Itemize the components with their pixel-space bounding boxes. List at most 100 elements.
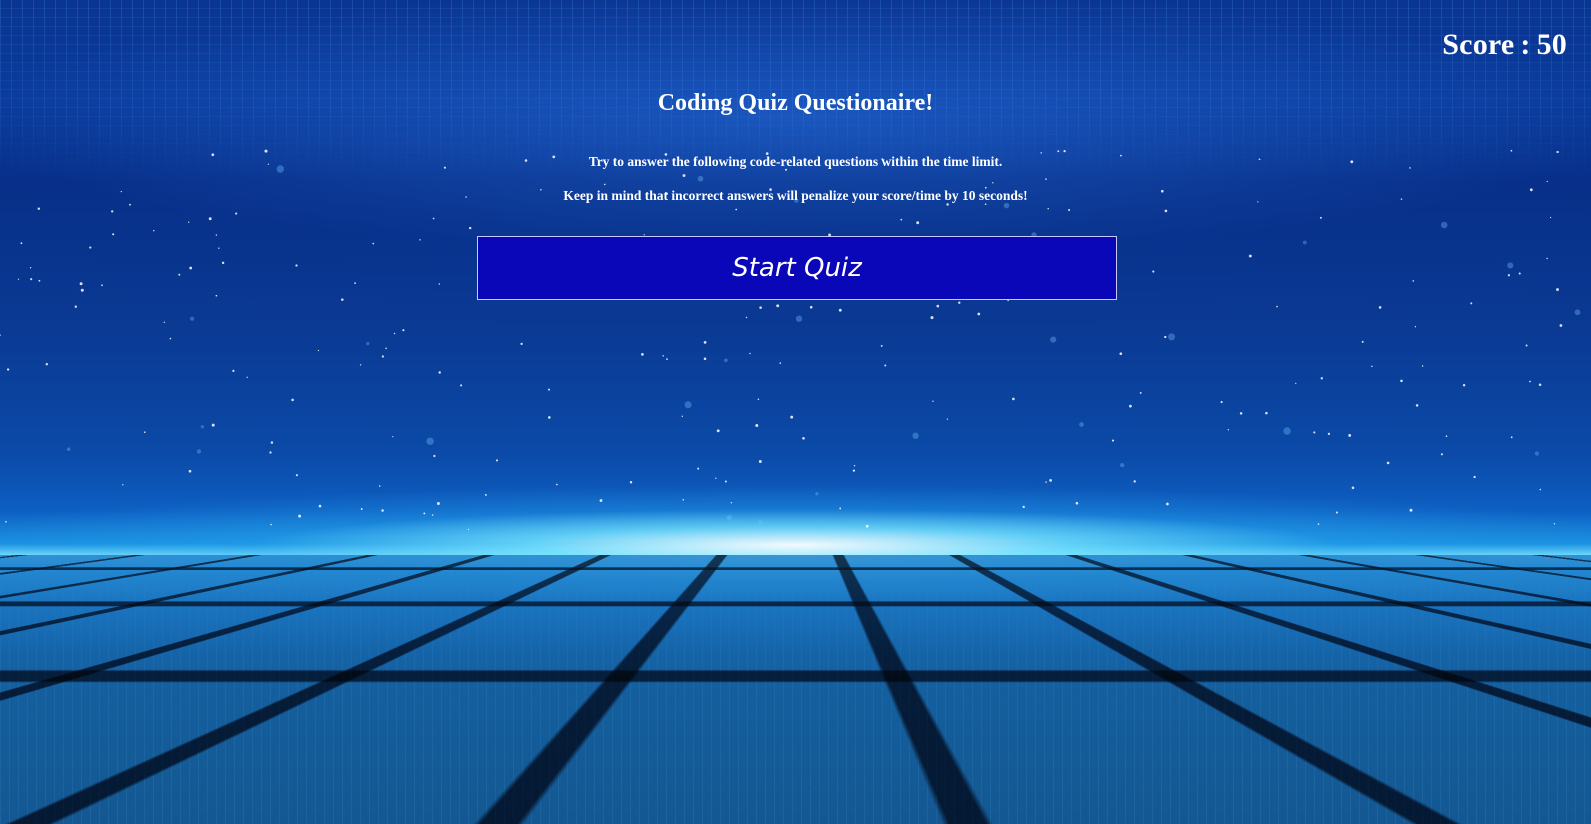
star (235, 212, 238, 215)
star (218, 247, 220, 249)
score-separator: : (1520, 28, 1531, 61)
star (758, 520, 763, 524)
star (1559, 324, 1563, 327)
star (757, 398, 760, 401)
star (208, 217, 212, 221)
star (1111, 439, 1115, 442)
star (196, 449, 202, 454)
star (1313, 431, 1316, 434)
star (200, 425, 205, 429)
star (992, 182, 994, 184)
star (37, 207, 41, 210)
star (703, 357, 707, 361)
star (839, 507, 842, 510)
star (1546, 257, 1548, 260)
star (682, 499, 685, 501)
star (419, 239, 421, 241)
star (716, 429, 720, 433)
star (189, 266, 193, 270)
star (270, 523, 272, 526)
star (1045, 481, 1047, 483)
star (29, 267, 32, 269)
star (495, 459, 499, 462)
star (436, 502, 440, 505)
star (298, 514, 302, 518)
star (1007, 299, 1009, 302)
star (629, 481, 633, 484)
star (215, 234, 218, 236)
star (1166, 502, 1169, 506)
star (1283, 427, 1291, 435)
star (745, 316, 748, 319)
star (1295, 382, 1297, 385)
star (1327, 432, 1331, 436)
star (215, 294, 218, 297)
star (295, 474, 298, 477)
background-tiled-floor (0, 555, 1591, 824)
star (1276, 305, 1278, 308)
start-quiz-button[interactable]: Start Quiz (477, 236, 1117, 300)
star (1440, 221, 1448, 229)
star (112, 233, 115, 236)
star (190, 316, 195, 321)
star (1539, 488, 1542, 491)
star (852, 469, 856, 472)
star (45, 362, 49, 366)
star (163, 321, 165, 323)
star (5, 520, 7, 523)
score-display: Score:50 (1442, 28, 1567, 62)
star (1378, 306, 1382, 309)
star (467, 528, 470, 531)
star (1546, 180, 1548, 183)
score-label: Score (1442, 28, 1515, 61)
star (735, 208, 738, 211)
star (1507, 262, 1514, 269)
star (759, 306, 762, 309)
star (101, 284, 103, 287)
star (423, 512, 426, 515)
star (1421, 365, 1424, 367)
star (295, 264, 298, 267)
star (426, 437, 434, 446)
star (912, 432, 919, 439)
star (1414, 326, 1417, 328)
star (169, 337, 172, 340)
star (1320, 377, 1323, 380)
star (1239, 412, 1243, 415)
star (1525, 344, 1528, 347)
star (779, 362, 782, 364)
star (726, 514, 732, 521)
star (1047, 207, 1049, 210)
star (1529, 380, 1531, 383)
star (547, 416, 551, 419)
floor-shade (0, 555, 1591, 824)
star (1534, 451, 1539, 456)
star (880, 344, 883, 347)
star (1049, 479, 1052, 482)
star (1164, 335, 1167, 339)
page-title: Coding Quiz Questionaire! (657, 90, 934, 116)
star (460, 384, 463, 387)
star (815, 492, 819, 496)
star (724, 358, 728, 363)
star (1120, 462, 1125, 468)
star (153, 229, 155, 232)
star (1412, 280, 1415, 282)
instruction-time-limit: Try to answer the following code-related… (588, 154, 1003, 169)
star (1371, 365, 1373, 368)
star (291, 398, 294, 402)
star (1068, 208, 1071, 212)
star (402, 329, 405, 332)
star (144, 431, 146, 434)
star (89, 246, 92, 249)
star (1139, 391, 1142, 394)
star (378, 485, 381, 487)
star (1386, 461, 1390, 465)
star (790, 415, 794, 419)
star (1361, 340, 1364, 343)
star (232, 369, 235, 372)
star (1518, 272, 1521, 275)
star (66, 447, 71, 452)
star (211, 423, 215, 427)
star (17, 278, 20, 280)
